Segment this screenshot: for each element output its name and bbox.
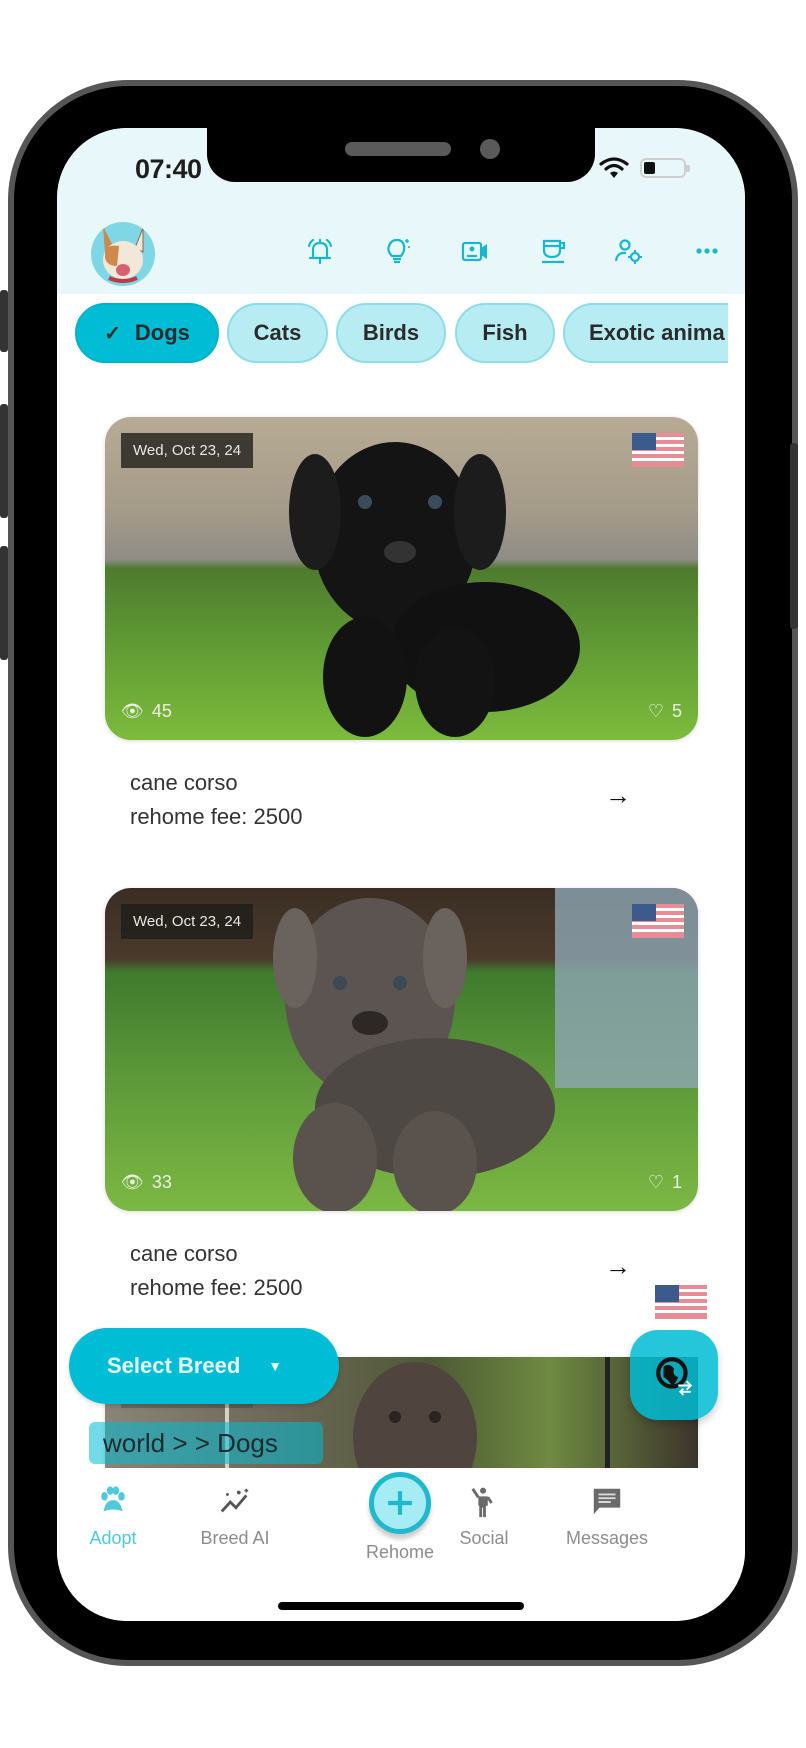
user-settings-icon xyxy=(614,239,642,264)
ideas-button[interactable] xyxy=(380,234,414,268)
paw-icon xyxy=(95,1484,131,1520)
more-button[interactable] xyxy=(690,234,724,268)
arrow-right-icon[interactable]: → xyxy=(605,780,631,811)
views-count: 👁 33 xyxy=(121,1172,172,1192)
video-call-icon xyxy=(461,241,487,262)
notifications-button[interactable] xyxy=(303,234,337,268)
breed-ai-icon xyxy=(217,1484,253,1520)
chip-cats[interactable]: Cats xyxy=(227,303,328,363)
front-camera xyxy=(480,139,500,159)
status-time: 07:40 xyxy=(135,154,202,184)
app-screen: 07:40 ✓ Dogs Cats Birds Fish Exotic anim… xyxy=(57,128,745,1621)
location-breadcrumb: world > > Dogs xyxy=(89,1422,323,1464)
profile-avatar[interactable] xyxy=(91,222,155,286)
volume-up-button xyxy=(0,404,8,518)
silent-switch xyxy=(0,290,8,352)
likes-count[interactable]: ♡ 1 xyxy=(648,1172,682,1193)
plus-icon xyxy=(388,1491,412,1515)
us-flag-icon xyxy=(632,433,684,467)
listing-photo[interactable]: Wed, Oct 23, 24 👁 45 ♡ 5 xyxy=(105,417,698,740)
cafe-button[interactable] xyxy=(536,234,570,268)
speaker xyxy=(345,142,451,156)
more-icon xyxy=(696,248,718,254)
us-flag-icon xyxy=(632,904,684,938)
battery-icon xyxy=(640,158,690,178)
arrow-right-icon[interactable]: → xyxy=(605,1251,631,1282)
nav-label: Adopt xyxy=(89,1528,137,1548)
listing-fee: rehome fee: 2500 xyxy=(130,1275,303,1300)
chip-label: Fish xyxy=(482,320,528,345)
listing-info: cane corso rehome fee: 2500 xyxy=(130,1237,302,1305)
notch xyxy=(207,128,595,182)
listing-info: cane corso rehome fee: 2500 xyxy=(130,766,302,834)
listing-date: Wed, Oct 23, 24 xyxy=(121,904,254,939)
chip-birds[interactable]: Birds xyxy=(336,303,446,363)
select-breed-label: Select Breed xyxy=(107,1353,241,1378)
nav-label: Breed AI xyxy=(200,1528,270,1548)
nav-messages[interactable]: Messages xyxy=(547,1484,667,1549)
nav-breed-ai[interactable]: Breed AI xyxy=(175,1484,295,1549)
select-breed-dropdown[interactable]: Select Breed ▼ xyxy=(69,1328,339,1404)
message-icon xyxy=(589,1484,625,1520)
bulldog-avatar-icon xyxy=(103,226,144,283)
listing-fee: rehome fee: 2500 xyxy=(130,804,303,829)
bottom-navigation: Adopt Breed AI Rehome Social Messages xyxy=(57,1468,745,1621)
likes-count[interactable]: ♡ 5 xyxy=(648,701,682,722)
nav-rehome-button[interactable] xyxy=(369,1472,431,1534)
bell-icon xyxy=(307,238,333,265)
listing-breed: cane corso xyxy=(130,770,238,795)
chip-dogs[interactable]: ✓ Dogs xyxy=(75,303,219,363)
views-count: 👁 45 xyxy=(121,701,172,721)
chip-label: Birds xyxy=(362,320,420,345)
listing-photo[interactable]: Wed, Oct 23, 24 👁 33 ♡ 1 xyxy=(105,888,698,1211)
listing-date: Wed, Oct 23, 24 xyxy=(121,433,254,468)
power-button xyxy=(790,443,798,629)
eye-icon: 👁 xyxy=(121,701,144,721)
eye-icon: 👁 xyxy=(121,1172,144,1192)
chip-label: Cats xyxy=(253,320,302,345)
chip-label: Dogs xyxy=(134,320,190,345)
listing-breed: cane corso xyxy=(130,1241,238,1266)
chip-label: Exotic anima xyxy=(589,320,725,345)
category-chips: ✓ Dogs Cats Birds Fish Exotic anima xyxy=(75,303,728,365)
lightbulb-icon xyxy=(387,238,410,264)
heart-icon: ♡ xyxy=(647,1172,664,1192)
app-header: 07:40 xyxy=(57,128,745,294)
nav-social[interactable]: Social xyxy=(424,1484,544,1549)
chip-exotic-animals[interactable]: Exotic anima xyxy=(563,303,728,363)
caret-down-icon: ▼ xyxy=(268,1358,283,1374)
wifi-icon xyxy=(599,157,629,178)
nav-label: Social xyxy=(459,1528,509,1548)
region-switch-button[interactable] xyxy=(630,1330,718,1420)
video-call-button[interactable] xyxy=(458,234,492,268)
home-indicator[interactable] xyxy=(278,1602,524,1610)
cup-icon xyxy=(542,239,566,264)
volume-down-button xyxy=(0,546,8,660)
person-waving-icon xyxy=(466,1484,502,1520)
account-settings-button[interactable] xyxy=(611,234,645,268)
globe-swap-icon xyxy=(656,1357,693,1396)
check-icon: ✓ xyxy=(104,322,121,345)
nav-label: Messages xyxy=(565,1528,649,1548)
heart-icon: ♡ xyxy=(647,701,664,721)
us-flag-icon xyxy=(655,1285,707,1319)
chip-fish[interactable]: Fish xyxy=(455,303,555,363)
nav-adopt[interactable]: Adopt xyxy=(57,1484,173,1549)
